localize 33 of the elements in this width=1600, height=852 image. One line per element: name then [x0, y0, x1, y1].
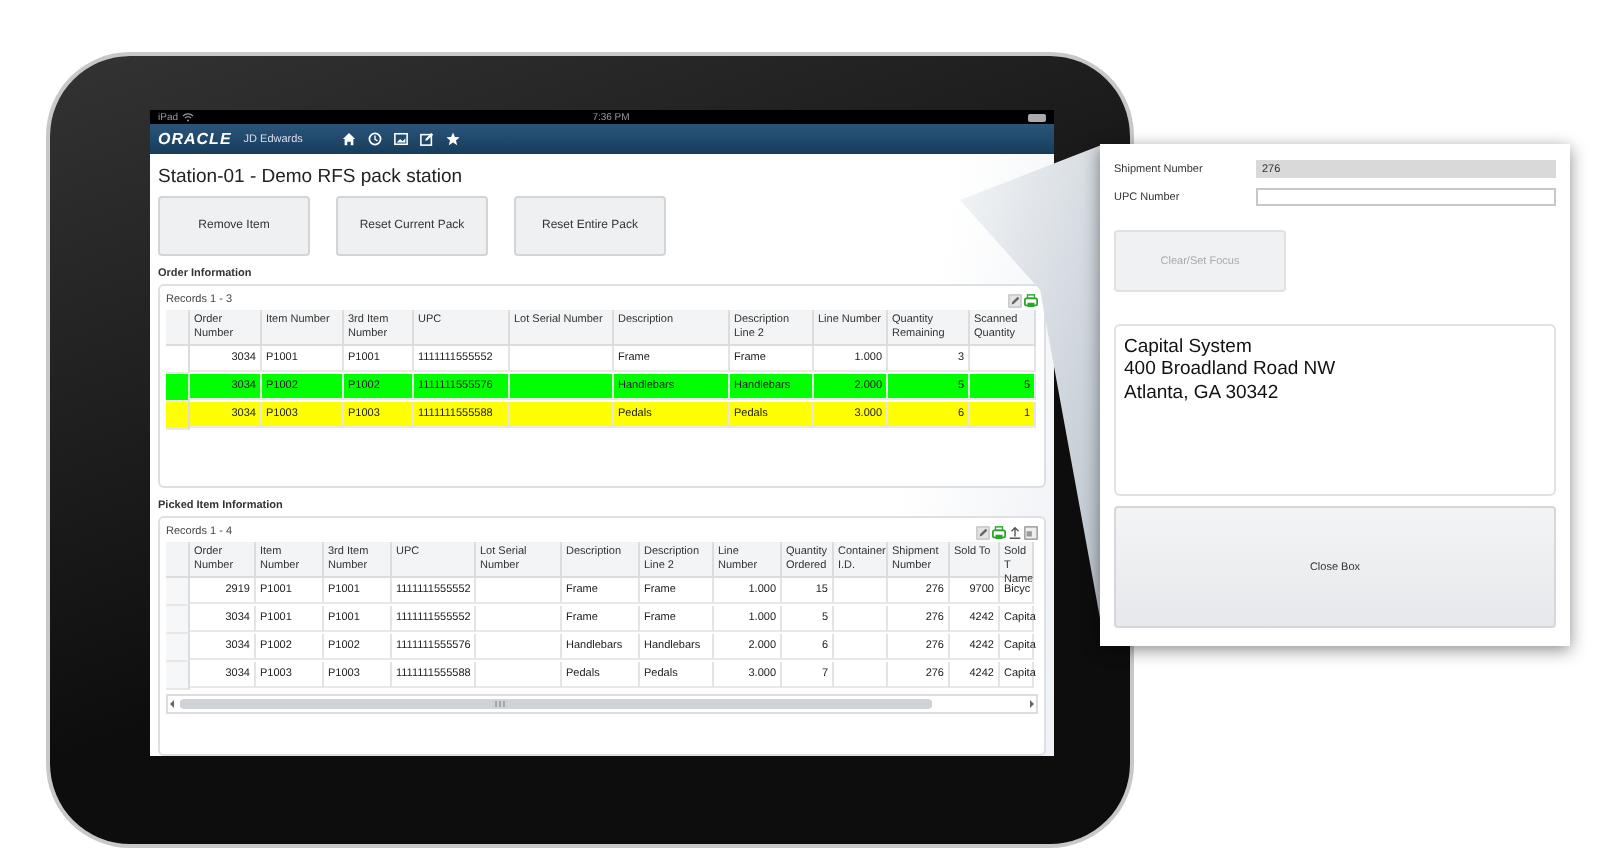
- scroll-left-icon[interactable]: [168, 698, 176, 710]
- image-icon[interactable]: [394, 132, 409, 147]
- printer-icon[interactable]: [1024, 293, 1038, 307]
- scrollbar-thumb[interactable]: [180, 698, 932, 710]
- table-cell: [834, 634, 888, 660]
- table-cell: [834, 662, 888, 688]
- input-field[interactable]: [1256, 188, 1556, 206]
- table-cell: [476, 662, 562, 688]
- address-text: Capital System 400 Broadland Road NW Atlanta, GA 30342: [1114, 324, 1556, 496]
- header-corner: [166, 542, 190, 578]
- table-cell: [476, 606, 562, 632]
- page-title: Station-01 - Demo RFS pack station: [158, 166, 465, 188]
- table-cell: [510, 374, 614, 400]
- table-cell: [476, 578, 562, 604]
- table-cell: [510, 402, 614, 428]
- logo: ORACLE: [158, 130, 232, 149]
- table-cell: [834, 606, 888, 632]
- wifi-icon: [182, 112, 195, 123]
- table-cell: [834, 578, 888, 604]
- table-cell: [510, 346, 614, 372]
- header-corner: [166, 310, 190, 346]
- edit-icon[interactable]: [976, 525, 990, 539]
- table-cell: [476, 634, 562, 660]
- star-icon[interactable]: [446, 132, 461, 147]
- table-cell: [970, 346, 1036, 372]
- scroll-right-icon[interactable]: [1028, 698, 1036, 710]
- home-icon[interactable]: [342, 132, 357, 147]
- printer-icon[interactable]: [992, 525, 1006, 539]
- battery-icon: [1027, 113, 1046, 122]
- upload-icon[interactable]: [1008, 525, 1022, 539]
- edit-icon[interactable]: [1008, 293, 1022, 307]
- clock-icon[interactable]: [368, 132, 383, 147]
- horizontal-scrollbar[interactable]: [166, 694, 1038, 714]
